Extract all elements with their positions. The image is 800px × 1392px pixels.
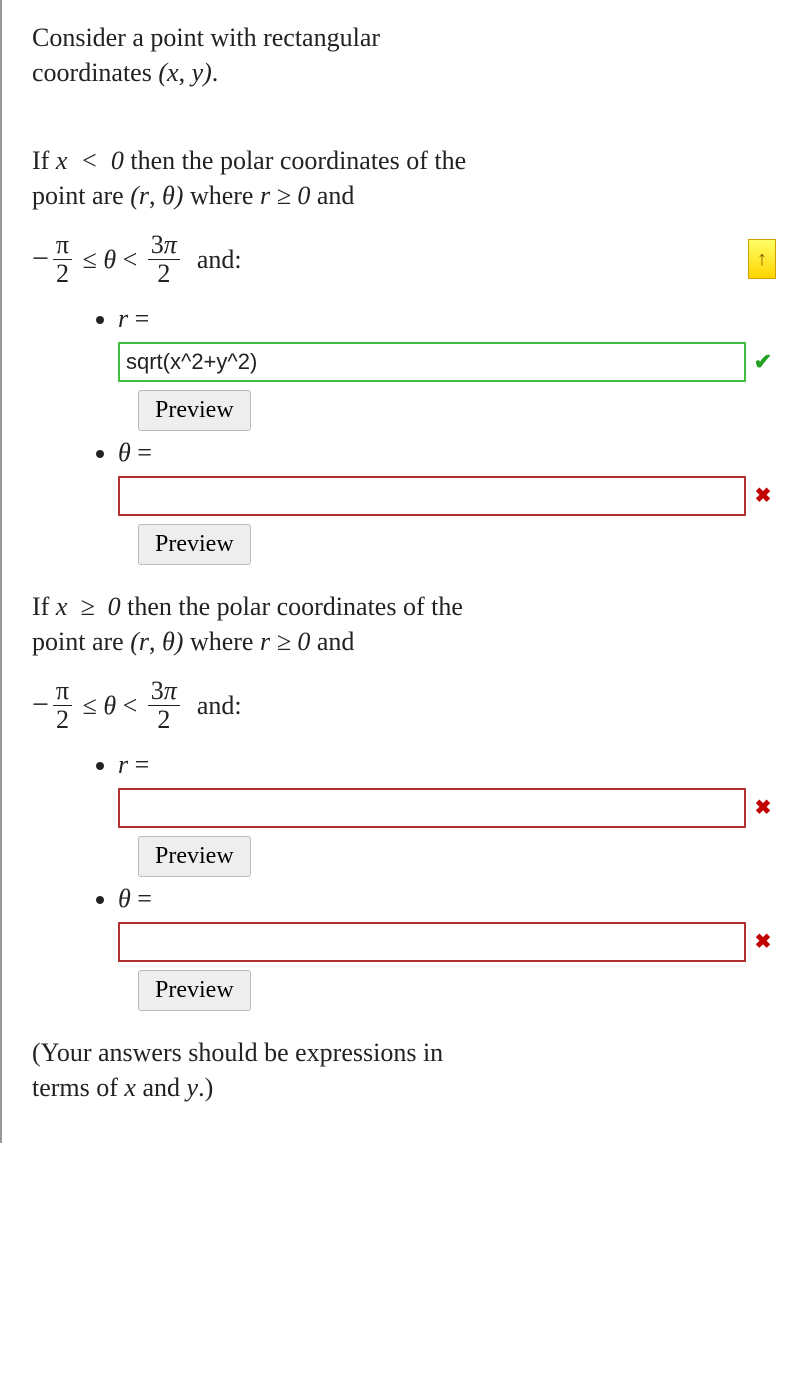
case-b-r-input[interactable]	[118, 788, 746, 828]
case-b-theta-label: θ =	[118, 884, 152, 913]
case-a-zero2: 0	[297, 181, 310, 210]
case-b-r-item: r = ✖ Preview	[118, 747, 776, 877]
arrow-up-icon: ↑	[757, 246, 767, 273]
case-a-r-label: r =	[118, 304, 149, 333]
cross-icon: ✖	[750, 483, 776, 510]
case-b-ge: ≥	[80, 592, 94, 621]
case-a-prose: If x < 0 then the polar coordinates of t…	[32, 143, 776, 213]
case-b-range: − π2 ≤ θ < 3π2 and:	[32, 677, 776, 733]
case-b-rtheta: (r, θ)	[130, 627, 183, 656]
preview-button[interactable]: Preview	[138, 836, 251, 877]
intro-text-2b: .	[212, 58, 219, 87]
intro-text-2a: coordinates	[32, 58, 158, 87]
case-b-range-row: − π2 ≤ θ < 3π2 and:	[32, 677, 776, 733]
case-b-zero: 0	[108, 592, 121, 621]
case-a-range: − π2 ≤ θ < 3π2 and:	[32, 231, 738, 287]
cross-icon: ✖	[750, 795, 776, 822]
scroll-top-button[interactable]: ↑	[748, 239, 776, 279]
case-a-theta-label: θ =	[118, 438, 152, 467]
intro-math-xy: (x, y)	[158, 58, 211, 87]
case-b-theta-item: θ = ✖ Preview	[118, 881, 776, 1011]
case-a-zero: 0	[111, 146, 124, 175]
case-b-prose: If x ≥ 0 then the polar coordinates of t…	[32, 589, 776, 659]
case-a-answers: r = ✔ Preview θ = ✖ Preview	[32, 301, 776, 565]
cross-icon: ✖	[750, 929, 776, 956]
case-a-r-item: r = ✔ Preview	[118, 301, 776, 431]
preview-button[interactable]: Preview	[138, 524, 251, 565]
case-a-var-x: x	[56, 146, 68, 175]
case-a-rtheta: (r, θ)	[130, 181, 183, 210]
checkmark-icon: ✔	[750, 347, 776, 377]
case-b-answers: r = ✖ Preview θ = ✖ Preview	[32, 747, 776, 1011]
case-a-r-input[interactable]	[118, 342, 746, 382]
footnote: (Your answers should be expressions in t…	[32, 1035, 776, 1105]
case-b-var-x: x	[56, 592, 68, 621]
preview-button[interactable]: Preview	[138, 390, 251, 431]
case-b-r-label: r =	[118, 750, 149, 779]
preview-button[interactable]: Preview	[138, 970, 251, 1011]
case-a-ge: ≥	[277, 181, 291, 210]
case-b-r: r	[260, 627, 270, 656]
case-a-theta-item: θ = ✖ Preview	[118, 435, 776, 565]
case-a-range-row: − π2 ≤ θ < 3π2 and: ↑	[32, 231, 776, 287]
intro-paragraph: Consider a point with rectangular coordi…	[32, 20, 776, 90]
case-a-r: r	[260, 181, 270, 210]
case-a-lt: <	[80, 146, 98, 175]
case-b-theta-input[interactable]	[118, 922, 746, 962]
case-a-theta-input[interactable]	[118, 476, 746, 516]
intro-text-1: Consider a point with rectangular	[32, 23, 380, 52]
